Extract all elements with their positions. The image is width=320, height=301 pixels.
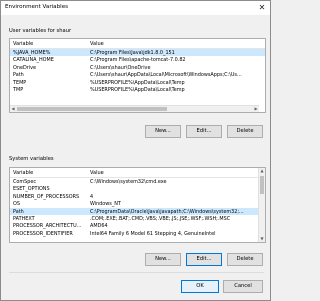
variable-name-cell: CATALINA_HOME: [13, 57, 54, 64]
scroll-left-icon[interactable]: ◀: [10, 106, 16, 112]
scroll-up-icon[interactable]: ▲: [259, 168, 265, 174]
user-variables-rows: %JAVA_HOME% C:\Program Files\Java\jdk1.8.…: [10, 49, 265, 93]
table-row[interactable]: OneDrive C:\Users\shaur\OneDrive: [10, 64, 265, 71]
user-edit-button[interactable]: Edit...: [186, 125, 222, 138]
variable-name-cell: TEMP: [13, 79, 27, 86]
table-row[interactable]: PROCESSOR_ARCHITECTU... AMD64: [10, 222, 265, 229]
table-row[interactable]: Path C:\ProgramData\Oracle\Java\javapath;…: [10, 207, 265, 215]
variable-value-cell: %USERPROFILE%\AppData\Local\Temp: [90, 79, 185, 86]
table-row[interactable]: ESET_OPTIONS: [10, 185, 265, 192]
table-row[interactable]: ComSpec C:\Windows\system32\cmd.exe: [10, 178, 265, 185]
user-new-button[interactable]: New...: [145, 125, 181, 138]
variable-name-cell: TMP: [13, 86, 24, 93]
variable-value-cell: C:\Windows\system32\cmd.exe: [90, 179, 167, 185]
variable-value-cell: Windows_NT: [90, 201, 121, 208]
table-row[interactable]: TMP %USERPROFILE%\AppData\Local\Temp: [10, 86, 265, 93]
system-variables-list[interactable]: Variable Value ComSpec C:\Windows\system3…: [9, 167, 266, 243]
table-row[interactable]: OS Windows_NT: [10, 200, 265, 207]
scroll-thumb[interactable]: [260, 176, 264, 194]
system-new-button[interactable]: New...: [145, 253, 181, 266]
system-list-vertical-scrollbar[interactable]: ▲ ▼: [258, 168, 265, 242]
variable-value-cell: C:\Users\shaur\OneDrive: [90, 64, 151, 71]
title-bar[interactable]: Environment Variables ✕: [1, 1, 270, 15]
environment-variables-window: Environment Variables ✕ User variables f…: [0, 0, 271, 301]
system-variables-header: Variable Value: [10, 168, 265, 178]
variable-name-cell: ESET_OPTIONS: [13, 186, 50, 193]
variable-name-cell: Path: [13, 72, 24, 79]
variable-name-cell: OS: [13, 201, 20, 208]
column-header-value[interactable]: Value: [90, 41, 104, 47]
variable-name-cell: OneDrive: [13, 64, 36, 71]
system-variables-rows: ComSpec C:\Windows\system32\cmd.exe ESET_O…: [10, 178, 265, 237]
variable-name-cell: NUMBER_OF_PROCESSORS: [13, 193, 80, 200]
system-edit-button[interactable]: Edit...: [186, 253, 222, 266]
user-list-horizontal-scrollbar[interactable]: ◀ ▶: [10, 105, 259, 112]
column-header-value[interactable]: Value: [90, 170, 104, 176]
variable-value-cell: C:\Program Files\apache-tomcat-7.0.82: [90, 57, 186, 64]
variable-value-cell: %USERPROFILE%\AppData\Local\Temp: [90, 86, 185, 93]
variable-value-cell: .COM;.EXE;.BAT;.CMD;.VBS;.VBE;.JS;.JSE;.…: [90, 215, 231, 222]
table-row[interactable]: CATALINA_HOME C:\Program Files\apache-tom…: [10, 56, 265, 63]
variable-value-cell: 4: [90, 193, 94, 200]
scroll-right-icon[interactable]: ▶: [253, 106, 259, 112]
close-icon[interactable]: ✕: [257, 3, 267, 13]
column-header-variable[interactable]: Variable: [13, 170, 33, 176]
table-row[interactable]: TEMP %USERPROFILE%\AppData\Local\Temp: [10, 79, 265, 86]
variable-name-cell: PROCESSOR_IDENTIFIER: [13, 230, 73, 237]
user-delete-button[interactable]: Delete: [227, 125, 263, 138]
table-row[interactable]: Path C:\Users\shaur\AppData\Local\Microso…: [10, 71, 265, 78]
variable-value-cell: AMD64: [90, 223, 108, 230]
system-variables-label: System variables: [9, 156, 54, 162]
ok-button[interactable]: OK: [181, 280, 219, 293]
variable-name-cell: ComSpec: [13, 179, 37, 185]
table-row[interactable]: %JAVA_HOME% C:\Program Files\Java\jdk1.8.…: [10, 49, 265, 57]
variable-name-cell: PROCESSOR_ARCHITECTU...: [13, 223, 82, 230]
cancel-button[interactable]: Cancel: [223, 280, 263, 293]
table-row[interactable]: PROCESSOR_IDENTIFIER Intel64 Family 6 Mod…: [10, 230, 265, 237]
variable-name-cell: PATHEXT: [13, 215, 35, 222]
variable-value-cell: C:\Program Files\Java\jdk1.8.0_151: [90, 50, 175, 56]
column-header-variable[interactable]: Variable: [13, 41, 33, 47]
user-variables-header: Variable Value: [10, 39, 265, 49]
variable-value-cell: Intel64 Family 6 Model 61 Stepping 4, Ge…: [90, 230, 216, 237]
user-variables-label: User variables for shaur: [9, 28, 72, 34]
variable-name-cell: %JAVA_HOME%: [13, 50, 51, 56]
scroll-down-icon[interactable]: ▼: [259, 236, 265, 242]
table-row[interactable]: NUMBER_OF_PROCESSORS 4: [10, 193, 265, 200]
variable-value-cell: C:\ProgramData\Oracle\Java\javapath;C:\W…: [90, 208, 244, 215]
table-row[interactable]: PATHEXT .COM;.EXE;.BAT;.CMD;.VBS;.VBE;.JS…: [10, 215, 265, 222]
scroll-thumb[interactable]: [17, 107, 167, 111]
user-variables-list[interactable]: Variable Value %JAVA_HOME% C:\Program Fil…: [9, 38, 266, 113]
variable-value-cell: C:\Users\shaur\AppData\Local\Microsoft\W…: [90, 72, 242, 79]
variable-name-cell: Path: [13, 208, 24, 215]
window-title: Environment Variables: [5, 4, 69, 10]
system-delete-button[interactable]: Delete: [227, 253, 263, 266]
divider: [9, 272, 264, 273]
